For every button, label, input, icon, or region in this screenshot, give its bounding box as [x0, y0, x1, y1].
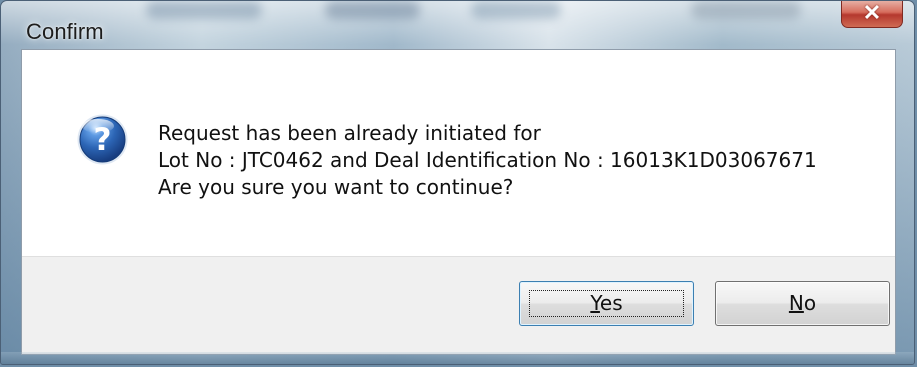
yes-button-label: Yes: [590, 291, 623, 315]
no-button-label: No: [788, 291, 817, 315]
no-button[interactable]: No: [715, 281, 890, 326]
message-area: ? Request has been already initiated for…: [22, 50, 895, 256]
message-line: Request has been already initiated for: [158, 121, 541, 145]
window-bottom-frame: [1, 352, 914, 364]
title-bar[interactable]: Confirm ✕: [1, 0, 914, 49]
confirmation-message: Request has been already initiated for L…: [158, 120, 878, 201]
window-title: Confirm: [26, 19, 104, 44]
question-mark-icon: ?: [77, 114, 128, 165]
message-line: Lot No : JTC0462 and Deal Identification…: [158, 148, 817, 172]
yes-button[interactable]: Yes: [519, 281, 694, 326]
confirm-dialog-window: Confirm ✕ ? Request has been already ini…: [0, 0, 915, 365]
dialog-client-area: ? Request has been already initiated for…: [21, 49, 896, 355]
message-line: Are you sure you want to continue?: [158, 175, 514, 199]
svg-text:?: ?: [94, 122, 112, 158]
close-icon: ✕: [862, 0, 882, 25]
dialog-button-area: Yes No: [22, 256, 895, 354]
close-button[interactable]: ✕: [841, 0, 903, 28]
